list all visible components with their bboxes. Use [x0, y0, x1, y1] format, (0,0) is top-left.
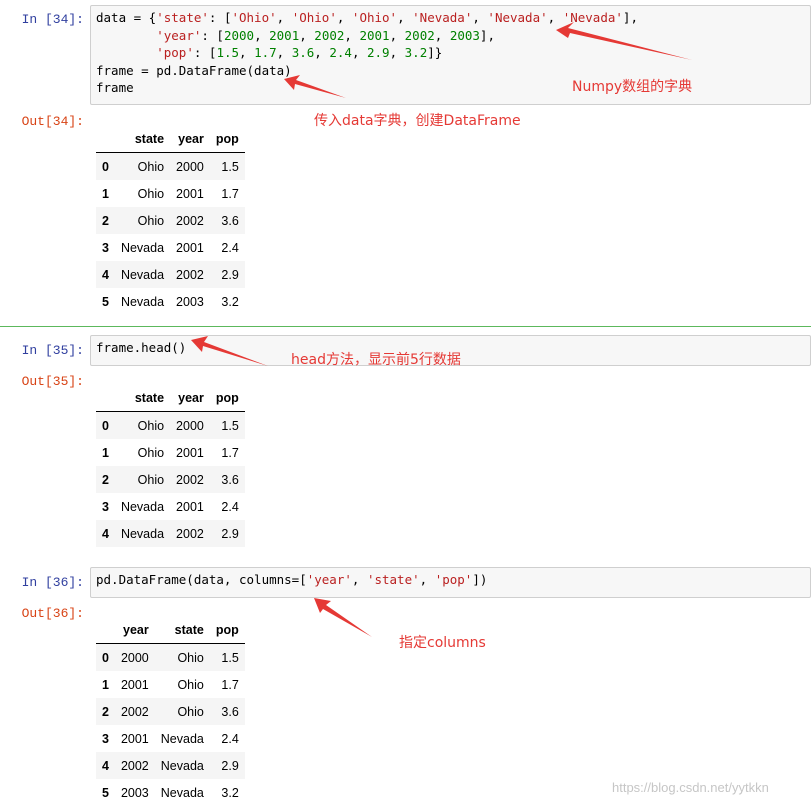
watermark: https://blog.csdn.net/yytkkn — [612, 780, 769, 795]
arrow-to-columns — [314, 598, 372, 637]
arrow-to-head — [191, 336, 268, 366]
arrow-to-dataframe-call — [284, 75, 346, 98]
annotation-arrows — [191, 22, 692, 637]
arrow-to-dict — [556, 22, 692, 60]
